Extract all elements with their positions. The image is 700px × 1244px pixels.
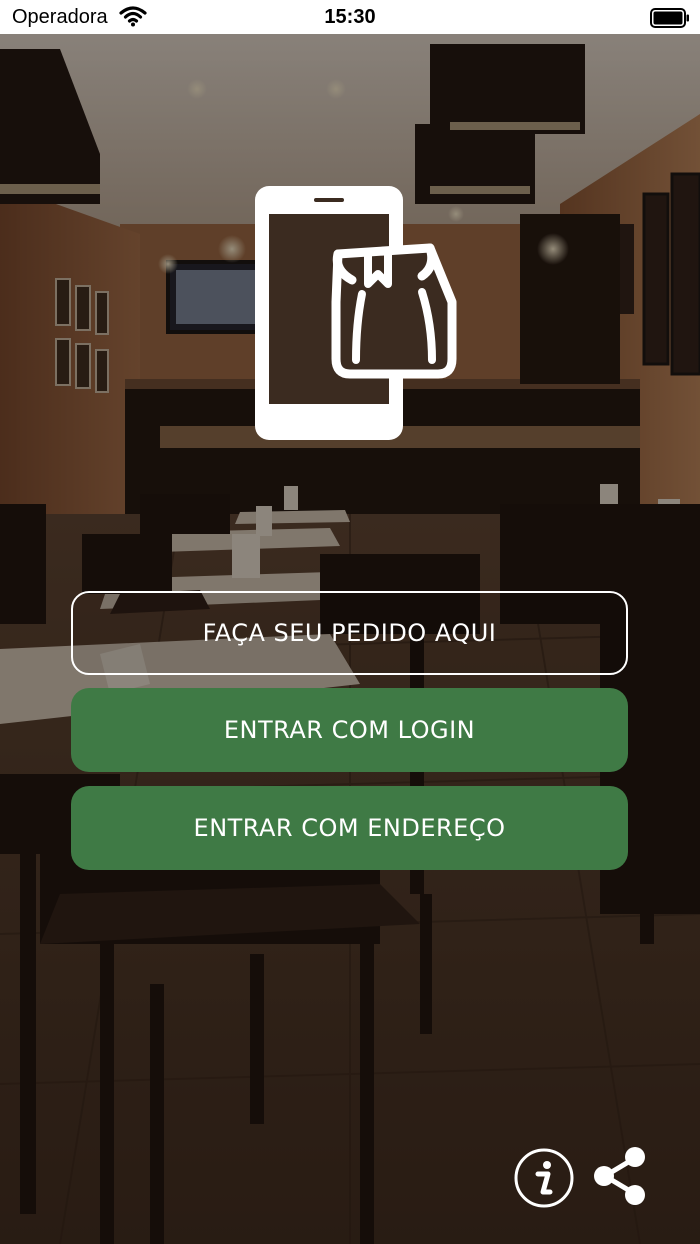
address-entry-button[interactable]: ENTRAR COM ENDEREÇO — [71, 786, 628, 870]
order-here-button[interactable]: FAÇA SEU PEDIDO AQUI — [71, 591, 628, 675]
status-time: 15:30 — [324, 6, 376, 28]
status-bar: Operadora 15:30 — [0, 0, 700, 34]
share-icon[interactable] — [591, 1145, 649, 1211]
phone-with-bag-icon — [252, 184, 462, 446]
battery-full-icon — [650, 8, 690, 33]
login-button[interactable]: ENTRAR COM LOGIN — [71, 688, 628, 772]
info-icon[interactable] — [514, 1148, 574, 1212]
